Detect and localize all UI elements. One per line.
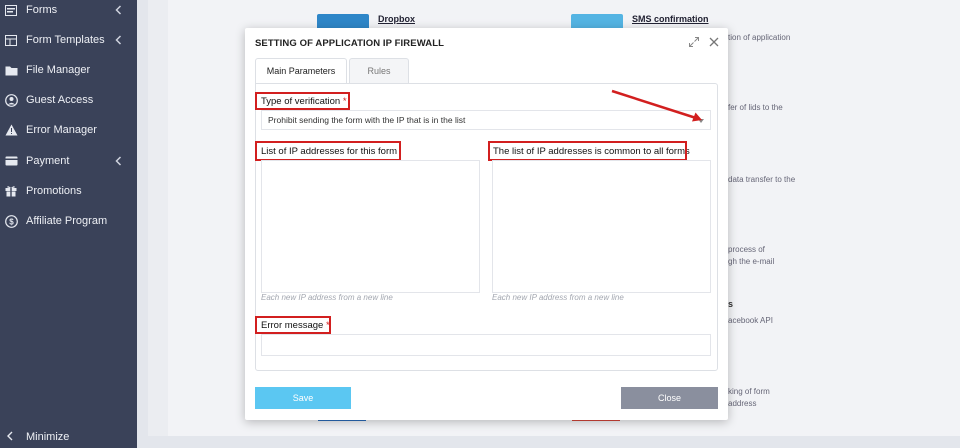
ip-list-form-hint: Each new IP address from a new line	[261, 293, 393, 302]
background-text: s	[728, 299, 734, 309]
expand-icon[interactable]	[688, 36, 700, 48]
sms-card-title[interactable]: SMS confirmation	[632, 14, 709, 24]
dialog-tabs: Main Parameters Rules	[255, 58, 718, 84]
warning-icon	[4, 123, 18, 137]
close-icon[interactable]	[708, 36, 720, 48]
sidebar-item-guest-access[interactable]: Guest Access	[0, 85, 137, 115]
highlight-box	[488, 141, 687, 161]
templates-icon	[4, 33, 18, 47]
folder-icon	[4, 63, 18, 77]
background-text: acebook API	[728, 316, 773, 325]
user-icon	[4, 93, 18, 107]
highlight-box	[255, 316, 331, 334]
background-text: tion of application	[728, 33, 791, 42]
minimize-label: Minimize	[26, 431, 70, 443]
background-text: process of	[728, 245, 765, 254]
background-text: address	[728, 399, 757, 408]
background-text: gh the e-mail	[728, 257, 775, 266]
ip-list-common-hint: Each new IP address from a new line	[492, 293, 624, 302]
tab-main-parameters[interactable]: Main Parameters	[255, 58, 347, 84]
sidebar-item-label: Error Manager	[26, 124, 97, 136]
payment-icon	[4, 154, 18, 168]
gift-icon	[4, 184, 18, 198]
sidebar-item-form-templates[interactable]: Form Templates	[0, 25, 137, 55]
background-text: king of form	[728, 387, 770, 396]
minimize-button[interactable]: Minimize	[0, 426, 137, 448]
sidebar-item-error-manager[interactable]: Error Manager	[0, 115, 137, 145]
forms-icon	[4, 3, 18, 17]
close-button[interactable]: Close	[621, 387, 718, 409]
svg-text:$: $	[9, 217, 14, 226]
verification-type-value: Prohibit sending the form with the IP th…	[268, 115, 466, 125]
chevron-left-icon	[113, 155, 125, 167]
sidebar-item-affiliate-program[interactable]: $ Affiliate Program	[0, 206, 137, 236]
save-button[interactable]: Save	[255, 387, 351, 409]
sidebar-item-forms[interactable]: Forms	[0, 0, 137, 25]
chevron-left-icon	[113, 4, 125, 16]
sidebar-item-promotions[interactable]: Promotions	[0, 176, 137, 206]
tab-rules[interactable]: Rules	[349, 58, 409, 84]
dialog-title: SETTING OF APPLICATION IP FIREWALL	[255, 38, 445, 49]
sidebar-item-label: File Manager	[26, 64, 91, 76]
chevron-left-icon	[113, 34, 125, 46]
background-text: fer of lids to the	[728, 103, 783, 112]
highlight-box	[255, 141, 401, 161]
dropbox-card-title[interactable]: Dropbox	[378, 14, 415, 24]
error-message-input[interactable]	[261, 334, 711, 356]
sidebar-item-file-manager[interactable]: File Manager	[0, 55, 137, 85]
sidebar-item-label: Promotions	[26, 185, 82, 197]
sidebar-item-label: Forms	[26, 4, 58, 16]
sidebar-item-label: Guest Access	[26, 94, 94, 106]
sidebar: Forms Form Templates File Manager Guest …	[0, 0, 137, 448]
annotation-arrow	[611, 89, 702, 122]
sidebar-item-label: Affiliate Program	[26, 215, 108, 227]
sidebar-item-payment[interactable]: Payment	[0, 146, 137, 176]
chevron-left-icon	[6, 430, 16, 444]
dollar-icon: $	[4, 214, 18, 228]
sidebar-item-label: Payment	[26, 155, 70, 167]
highlight-box	[255, 92, 350, 110]
ip-list-common-textarea[interactable]	[492, 160, 711, 293]
background-text: data transfer to the	[728, 175, 796, 184]
sidebar-item-label: Form Templates	[26, 34, 105, 46]
ip-list-form-textarea[interactable]	[261, 160, 480, 293]
ip-firewall-dialog: SETTING OF APPLICATION IP FIREWALL Main …	[245, 28, 728, 420]
